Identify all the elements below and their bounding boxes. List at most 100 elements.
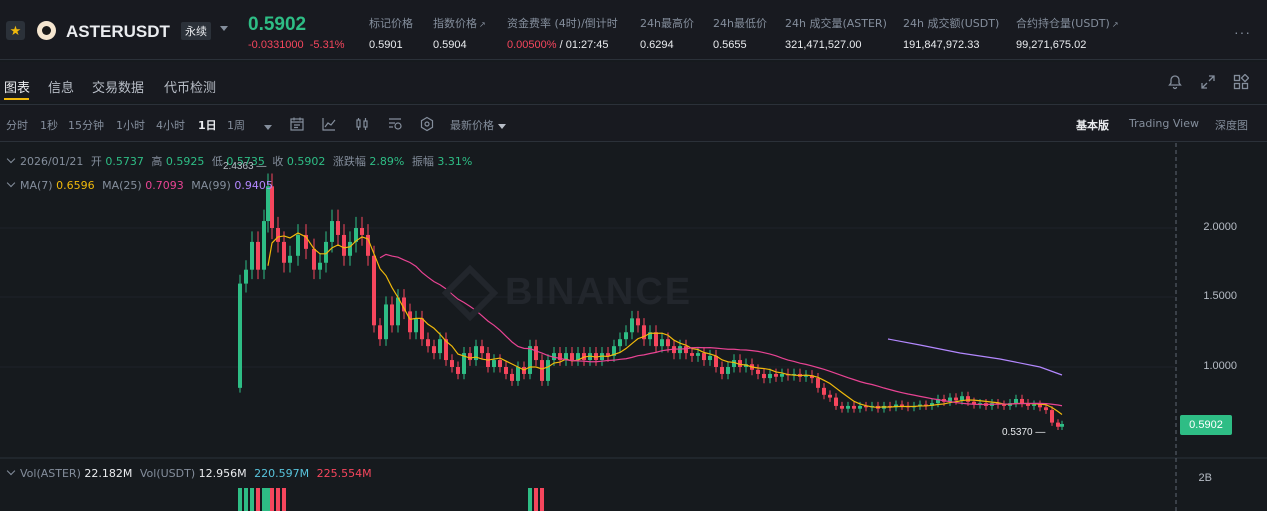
candle-body <box>816 378 820 388</box>
y-axis-tick: 1.5000 <box>1203 290 1237 302</box>
volume-bar <box>534 488 538 511</box>
volume-legend: Vol(ASTER) 22.182M Vol(USDT) 12.956M 220… <box>6 466 372 480</box>
stat-label: 标记价格 <box>369 17 413 30</box>
candle-body <box>256 241 260 270</box>
candle-type-icon[interactable] <box>354 116 370 132</box>
volume-bar <box>270 488 274 511</box>
candle-body <box>510 373 514 381</box>
amplitude-value: 3.31% <box>437 155 473 168</box>
price-type-label: 最新价格 <box>450 119 494 132</box>
candle-body <box>282 241 286 263</box>
candle-body <box>312 248 316 270</box>
candle-body <box>624 332 628 340</box>
price-change-pct: -5.31% <box>309 39 345 51</box>
candle-body <box>420 318 424 340</box>
stat-24h-low: 24h最低价 0.5655 <box>713 15 767 51</box>
timeframe-1s[interactable]: 1秒 <box>40 117 58 133</box>
stat-funding-rate[interactable]: 资金费率 (4时)/倒计时 0.00500% / 01:27:45 <box>507 15 618 51</box>
timeframe-1d[interactable]: 1日 <box>198 117 217 133</box>
contract-type-tag: 永续 <box>181 22 211 40</box>
collapse-chevron-icon[interactable] <box>6 154 16 164</box>
stat-value: 99,271,675.02 <box>1016 39 1087 51</box>
settings-icon[interactable] <box>419 116 435 132</box>
calendar-icon[interactable] <box>289 116 305 132</box>
candle-body <box>1032 404 1036 406</box>
candle-body <box>828 394 832 398</box>
vol-usdt-label: Vol(USDT) <box>139 467 196 480</box>
volume-bar <box>256 488 260 511</box>
candle-body <box>408 311 412 333</box>
y-axis-tick: 2.0000 <box>1203 221 1237 233</box>
timeframe-more-dropdown[interactable] <box>260 120 272 133</box>
candle-body <box>516 367 520 381</box>
layout-grid-icon[interactable] <box>1233 74 1249 90</box>
timeframe-1h[interactable]: 1小时 <box>116 117 145 133</box>
stat-index-price[interactable]: 指数价格 ↗ 0.5904 <box>433 15 486 51</box>
tab-info[interactable]: 信息 <box>48 77 74 96</box>
chart-toolbar: 分时 1秒 15分钟 1小时 4小时 1日 1周 最新价格 基本版 Tradin… <box>0 104 1267 142</box>
candle-body <box>684 346 688 354</box>
open-label: 开 <box>90 155 102 168</box>
ma-legend: MA(7) 0.6596 MA(25) 0.7093 MA(99) 0.9405 <box>6 178 273 192</box>
timeframe-15m[interactable]: 15分钟 <box>68 117 104 133</box>
candle-body <box>468 353 472 361</box>
close-value: 0.5902 <box>286 155 326 168</box>
view-basic[interactable]: 基本版 <box>1076 117 1109 133</box>
view-tradingview[interactable]: Trading View <box>1129 117 1199 130</box>
candle-body <box>858 405 862 409</box>
ma99-label: MA(99) <box>191 179 231 192</box>
candle-body <box>654 332 658 347</box>
timeframe-1w[interactable]: 1周 <box>227 117 245 133</box>
timeframe-4h[interactable]: 4小时 <box>156 117 185 133</box>
drawing-tools-icon[interactable] <box>387 116 403 132</box>
volume-bar <box>262 488 266 511</box>
candle-body <box>372 255 376 326</box>
candle-body <box>498 360 502 367</box>
favorite-star-icon[interactable]: ★ <box>6 21 25 40</box>
price-type-dropdown[interactable]: 最新价格 <box>450 117 506 133</box>
candle-body <box>540 360 544 381</box>
view-depth[interactable]: 深度图 <box>1215 117 1248 133</box>
stat-24h-volume: 24h 成交量(ASTER) 321,471,527.00 <box>785 15 887 51</box>
indicator-chart-icon[interactable] <box>321 116 337 132</box>
volume-bars-group <box>238 488 544 511</box>
timeframe-time[interactable]: 分时 <box>6 117 28 133</box>
price-change: -0.0331000 -5.31% <box>248 39 345 51</box>
bell-icon[interactable] <box>1167 74 1183 90</box>
more-options-icon[interactable]: ··· <box>1234 24 1251 40</box>
tab-token-check[interactable]: 代币检测 <box>164 77 216 96</box>
fullscreen-icon[interactable] <box>1200 74 1216 90</box>
ma25-label: MA(25) <box>102 179 142 192</box>
candle-body <box>756 369 760 374</box>
candle-body <box>378 325 382 340</box>
candle-body <box>438 339 442 354</box>
vol-aster-value: 22.182M <box>84 467 133 480</box>
candle-body <box>546 360 550 381</box>
symbol-dropdown-icon[interactable] <box>220 26 228 31</box>
candle-body <box>450 360 454 367</box>
tab-chart[interactable]: 图表 <box>4 77 30 96</box>
volume-bar <box>244 488 248 511</box>
candle-body <box>618 339 622 347</box>
candle-body <box>390 304 394 326</box>
external-link-icon: ↗ <box>1111 20 1119 29</box>
collapse-chevron-icon[interactable] <box>6 466 16 476</box>
symbol-name[interactable]: ASTERUSDT <box>66 22 170 42</box>
candle-body <box>966 396 970 402</box>
candle-body <box>528 346 532 374</box>
y-axis-tick: 1.0000 <box>1203 360 1237 372</box>
tab-trading-data[interactable]: 交易数据 <box>92 77 144 96</box>
chart-area[interactable]: BINANCE 2026/01/21 开 0.5737 高 0.5925 低 0… <box>0 143 1267 511</box>
stat-open-interest[interactable]: 合约持仓量(USDT) ↗ 99,271,675.02 <box>1016 15 1119 51</box>
volume-bar <box>282 488 286 511</box>
candlestick-chart[interactable] <box>0 143 1267 511</box>
high-marker-value: 2.4363 <box>223 161 254 172</box>
collapse-chevron-icon[interactable] <box>6 178 16 188</box>
stat-mark-price: 标记价格 0.5901 <box>369 15 413 51</box>
external-link-icon: ↗ <box>479 20 486 29</box>
ma25-value: 0.7093 <box>145 179 184 192</box>
volume-bar <box>250 488 254 511</box>
chart-tabs-row: 图表 信息 交易数据 代币检测 <box>0 62 1267 102</box>
candle-body <box>708 355 712 361</box>
close-label: 收 <box>272 155 284 168</box>
